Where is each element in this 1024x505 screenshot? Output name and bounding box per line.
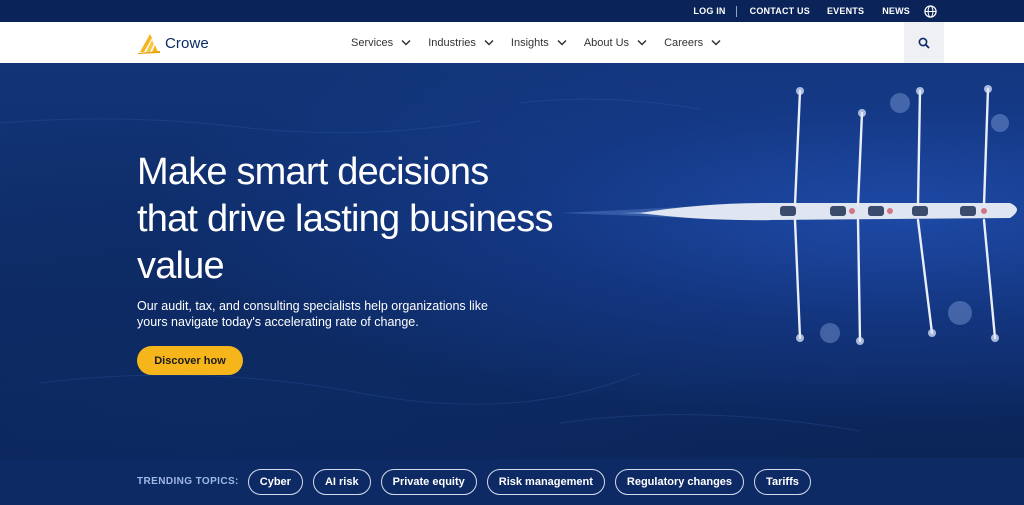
topic-pill-private-equity[interactable]: Private equity (380, 468, 477, 495)
nav-item-label: Services (351, 36, 394, 49)
nav-item-industries[interactable]: Industries (428, 37, 494, 49)
nav-item-careers[interactable]: Careers (664, 37, 721, 49)
nav-item-about-us[interactable]: About Us (584, 37, 647, 49)
topic-pill-risk-management[interactable]: Risk management (486, 468, 605, 495)
crowe-logo[interactable]: Crowe (138, 32, 209, 54)
trending-topics-label: TRENDING TOPICS: (137, 476, 239, 487)
primary-nav: Services Industries Insights About Us Ca… (351, 22, 738, 63)
topic-pill-ai-risk[interactable]: AI risk (312, 468, 371, 495)
logo-text: Crowe (165, 34, 209, 52)
events-link[interactable]: EVENTS (827, 6, 864, 16)
topic-pill-regulatory-changes[interactable]: Regulatory changes (614, 468, 745, 495)
nav-item-label: Industries (428, 36, 476, 49)
login-link[interactable]: LOG IN (693, 6, 725, 16)
crowe-logo-mark-icon (138, 34, 160, 54)
news-link[interactable]: NEWS (882, 6, 910, 16)
hero-title: Make smart decisions that drive lasting … (137, 151, 553, 287)
chevron-down-icon (711, 39, 721, 46)
contact-us-link[interactable]: CONTACT US (750, 6, 810, 16)
utility-bar: LOG IN CONTACT US EVENTS NEWS (0, 0, 1024, 22)
chevron-down-icon (557, 39, 567, 46)
nav-item-label: Careers (664, 36, 704, 49)
hero-banner: Make smart decisions that drive lasting … (0, 63, 1024, 458)
globe-icon[interactable] (924, 4, 938, 18)
main-navigation: Crowe Services Industries Insights About… (0, 22, 1024, 63)
search-button[interactable] (904, 22, 944, 63)
nav-item-services[interactable]: Services (351, 37, 411, 49)
search-icon (918, 37, 930, 49)
topic-pill-tariffs[interactable]: Tariffs (754, 468, 811, 495)
trending-topics-bar: TRENDING TOPICS: Cyber AI risk Private e… (0, 458, 1024, 505)
utility-divider (735, 5, 737, 17)
nav-item-insights[interactable]: Insights (511, 37, 567, 49)
chevron-down-icon (637, 39, 647, 46)
nav-item-label: Insights (510, 36, 549, 49)
chevron-down-icon (484, 39, 494, 46)
chevron-down-icon (401, 39, 411, 46)
hero-subtitle: Our audit, tax, and consulting specialis… (137, 299, 488, 329)
discover-how-button[interactable]: Discover how (137, 346, 243, 375)
nav-item-label: About Us (583, 36, 630, 49)
topic-pill-cyber[interactable]: Cyber (247, 468, 303, 495)
